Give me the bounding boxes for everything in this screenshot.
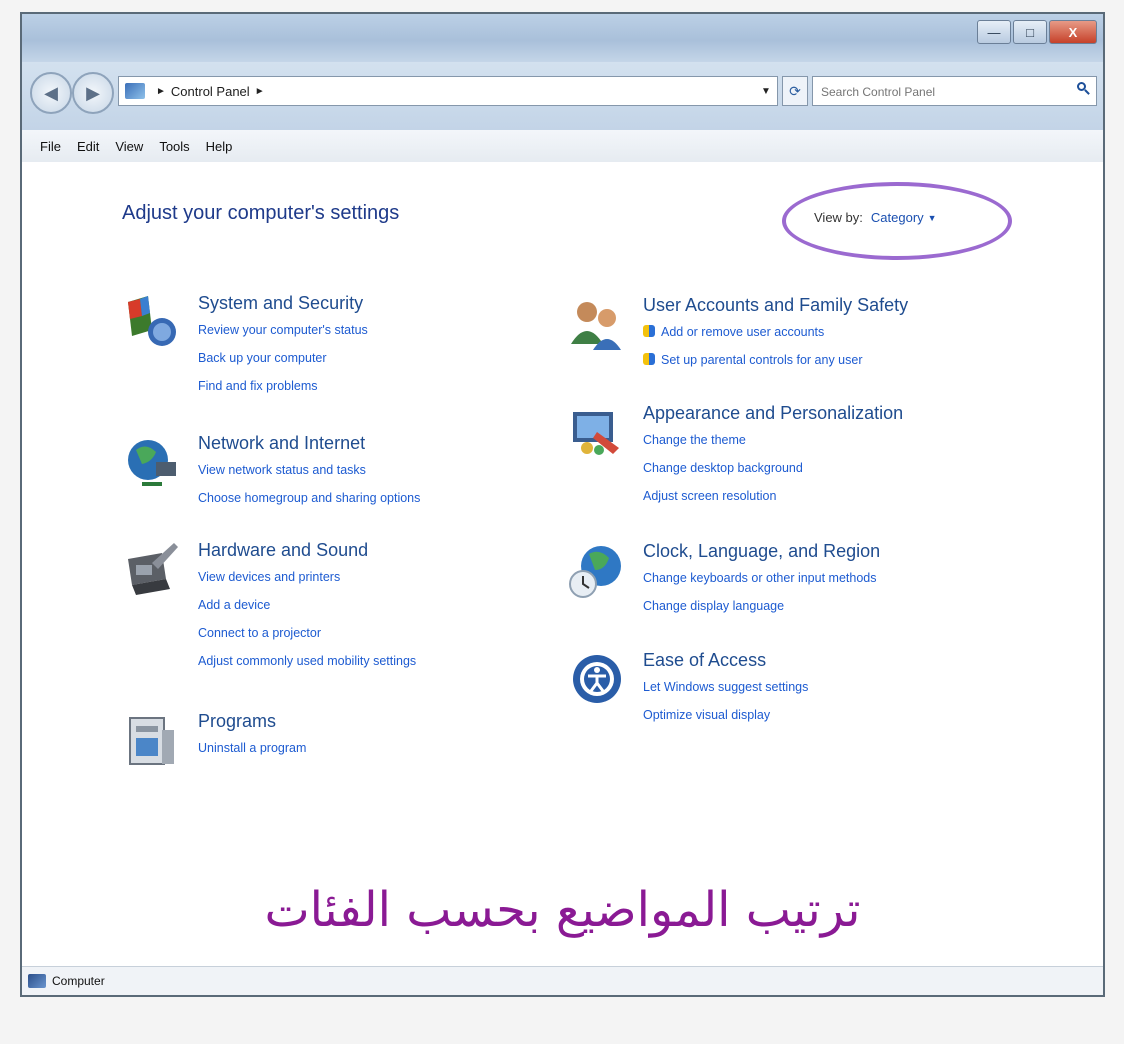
forward-button[interactable]: ▶ [72, 72, 114, 114]
menu-bar: File Edit View Tools Help [22, 130, 1103, 163]
category-link[interactable]: Add or remove user accounts [643, 322, 1043, 342]
refresh-button[interactable]: ⟳ [782, 76, 808, 106]
clock-language-icon [569, 546, 621, 598]
arabic-caption: ترتيب المواضيع بحسب الفئات [264, 882, 861, 938]
computer-icon [28, 974, 46, 988]
category-link[interactable]: Change the theme [643, 430, 1043, 450]
chevron-down-icon[interactable]: ▼ [928, 213, 937, 223]
category-link[interactable]: Uninstall a program [198, 738, 598, 758]
category-link[interactable]: View network status and tasks [198, 460, 598, 480]
ease-of-access-icon [573, 655, 621, 703]
category-link[interactable]: Connect to a projector [198, 623, 598, 643]
menu-file[interactable]: File [32, 139, 69, 154]
menu-help[interactable]: Help [198, 139, 241, 154]
address-dropdown-icon[interactable]: ▼ [757, 77, 775, 105]
menu-view[interactable]: View [107, 139, 151, 154]
category-link[interactable]: Find and fix problems [198, 376, 598, 396]
page-title: Adjust your computer's settings [122, 202, 400, 224]
view-by-label: View by: [814, 210, 863, 225]
category-link[interactable]: Add a device [198, 595, 598, 615]
search-icon[interactable] [1077, 82, 1090, 95]
network-internet-icon [128, 440, 176, 486]
view-by-dropdown[interactable]: Category [871, 210, 924, 225]
maximize-button[interactable]: □ [1013, 20, 1047, 44]
category-body: Ease of Access Let Windows suggest setti… [643, 649, 1043, 733]
status-label: Computer [52, 974, 105, 988]
category-link[interactable]: Choose homegroup and sharing options [198, 488, 598, 508]
control-panel-icon [125, 83, 145, 99]
category-link[interactable]: Back up your computer [198, 348, 598, 368]
user-accounts-icon [571, 302, 621, 350]
window-controls: — □ X [975, 20, 1097, 44]
system-security-icon [128, 296, 176, 346]
close-button[interactable]: X [1049, 20, 1097, 44]
category-body: Programs Uninstall a program [198, 710, 598, 766]
breadcrumb-separator-icon[interactable]: ► [255, 86, 265, 97]
category-title[interactable]: Ease of Access [643, 649, 1043, 671]
navigation-bar: ◀ ▶ ► Control Panel ► ▼ ⟳ [22, 62, 1103, 130]
menu-tools[interactable]: Tools [151, 139, 197, 154]
breadcrumb-control-panel[interactable]: Control Panel [171, 84, 250, 99]
category-link[interactable]: Optimize visual display [643, 705, 1043, 725]
category-body: Clock, Language, and Region Change keybo… [643, 540, 1043, 624]
hardware-sound-icon [128, 543, 178, 595]
category-title[interactable]: Hardware and Sound [198, 539, 598, 561]
back-button[interactable]: ◀ [30, 72, 72, 114]
category-body: User Accounts and Family Safety Add or r… [643, 294, 1043, 378]
category-title[interactable]: System and Security [198, 292, 598, 314]
address-bar[interactable]: ► Control Panel ► ▼ [118, 76, 778, 106]
view-by: View by: Category ▼ [814, 210, 937, 225]
category-body: System and Security Review your computer… [198, 292, 598, 404]
status-bar: Computer [22, 966, 1103, 995]
control-panel-window: — □ X ◀ ▶ ► Control Panel ► ▼ ⟳ File Edi… [20, 12, 1105, 997]
category-body: Network and Internet View network status… [198, 432, 598, 516]
minimize-button[interactable]: — [977, 20, 1011, 44]
category-link[interactable]: Review your computer's status [198, 320, 598, 340]
category-link[interactable]: Adjust commonly used mobility settings [198, 651, 598, 671]
search-box[interactable] [812, 76, 1097, 106]
category-link[interactable]: Set up parental controls for any user [643, 350, 1043, 370]
category-link[interactable]: Adjust screen resolution [643, 486, 1043, 506]
uac-shield-icon [643, 325, 655, 337]
programs-icon [129, 717, 174, 765]
category-body: Appearance and Personalization Change th… [643, 402, 1043, 514]
category-link[interactable]: Change desktop background [643, 458, 1043, 478]
category-link[interactable]: Let Windows suggest settings [643, 677, 1043, 697]
category-title[interactable]: Clock, Language, and Region [643, 540, 1043, 562]
category-title[interactable]: User Accounts and Family Safety [643, 294, 1043, 316]
appearance-icon [573, 412, 619, 455]
menu-edit[interactable]: Edit [69, 139, 107, 154]
search-input[interactable] [819, 78, 1063, 106]
category-title[interactable]: Programs [198, 710, 598, 732]
title-bar: — □ X [22, 14, 1103, 62]
category-body: Hardware and Sound View devices and prin… [198, 539, 598, 679]
breadcrumb-separator-icon: ► [156, 85, 166, 97]
uac-shield-icon [643, 353, 655, 365]
category-link[interactable]: View devices and printers [198, 567, 598, 587]
category-link[interactable]: Change display language [643, 596, 1043, 616]
category-link[interactable]: Change keyboards or other input methods [643, 568, 1043, 588]
category-title[interactable]: Appearance and Personalization [643, 402, 1043, 424]
content-area: Adjust your computer's settings View by:… [22, 162, 1103, 967]
category-title[interactable]: Network and Internet [198, 432, 598, 454]
